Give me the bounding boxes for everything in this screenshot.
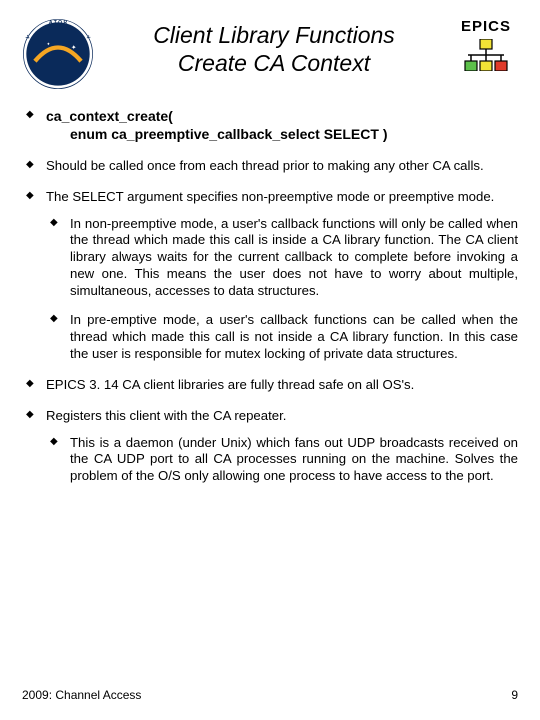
sig-line-2: enum ca_preemptive_callback_select SELEC… bbox=[46, 126, 518, 144]
epics-logo-block: EPICS bbox=[454, 18, 518, 71]
bullet-4: EPICS 3. 14 CA client libraries are full… bbox=[22, 377, 518, 394]
bullet-signature: ca_context_create( enum ca_preemptive_ca… bbox=[22, 108, 518, 144]
sig-line-1: ca_context_create( bbox=[46, 108, 173, 124]
bullet-3-text: The SELECT argument specifies non-preemp… bbox=[46, 189, 494, 204]
bullet-2: Should be called once from each thread p… bbox=[22, 158, 518, 175]
bullet-5-text: Registers this client with the CA repeat… bbox=[46, 408, 286, 423]
svg-text:A T O R: A T O R bbox=[49, 20, 68, 26]
slide-footer: 2009: Channel Access 9 bbox=[22, 688, 518, 702]
bullet-list: ca_context_create( enum ca_preemptive_ca… bbox=[22, 108, 518, 485]
footer-page-number: 9 bbox=[511, 688, 518, 702]
bullet-5-sub-1: This is a daemon (under Unix) which fans… bbox=[46, 435, 518, 486]
bullet-3-sub-1: In non-preemptive mode, a user's callbac… bbox=[46, 216, 518, 300]
svg-text:✦: ✦ bbox=[46, 41, 50, 46]
slide-title: Client Library Functions Create CA Conte… bbox=[106, 18, 442, 77]
bullet-3-sub-2: In pre-emptive mode, a user's callback f… bbox=[46, 312, 518, 363]
bullet-5-sublist: This is a daemon (under Unix) which fans… bbox=[46, 435, 518, 486]
footer-left: 2009: Channel Access bbox=[22, 688, 141, 702]
title-line-1: Client Library Functions bbox=[106, 22, 442, 50]
slide-header: A T O R V Y ✦ ✦ Client Library Functions… bbox=[22, 18, 518, 90]
bullet-3-sublist: In non-preemptive mode, a user's callbac… bbox=[46, 216, 518, 363]
bullet-5: Registers this client with the CA repeat… bbox=[22, 408, 518, 486]
svg-text:✦: ✦ bbox=[71, 45, 76, 52]
observatory-sciences-logo: A T O R V Y ✦ ✦ bbox=[22, 18, 94, 90]
epics-label: EPICS bbox=[461, 18, 511, 35]
bullet-3: The SELECT argument specifies non-preemp… bbox=[22, 189, 518, 363]
epics-network-icon bbox=[462, 39, 510, 71]
title-line-2: Create CA Context bbox=[106, 50, 442, 78]
